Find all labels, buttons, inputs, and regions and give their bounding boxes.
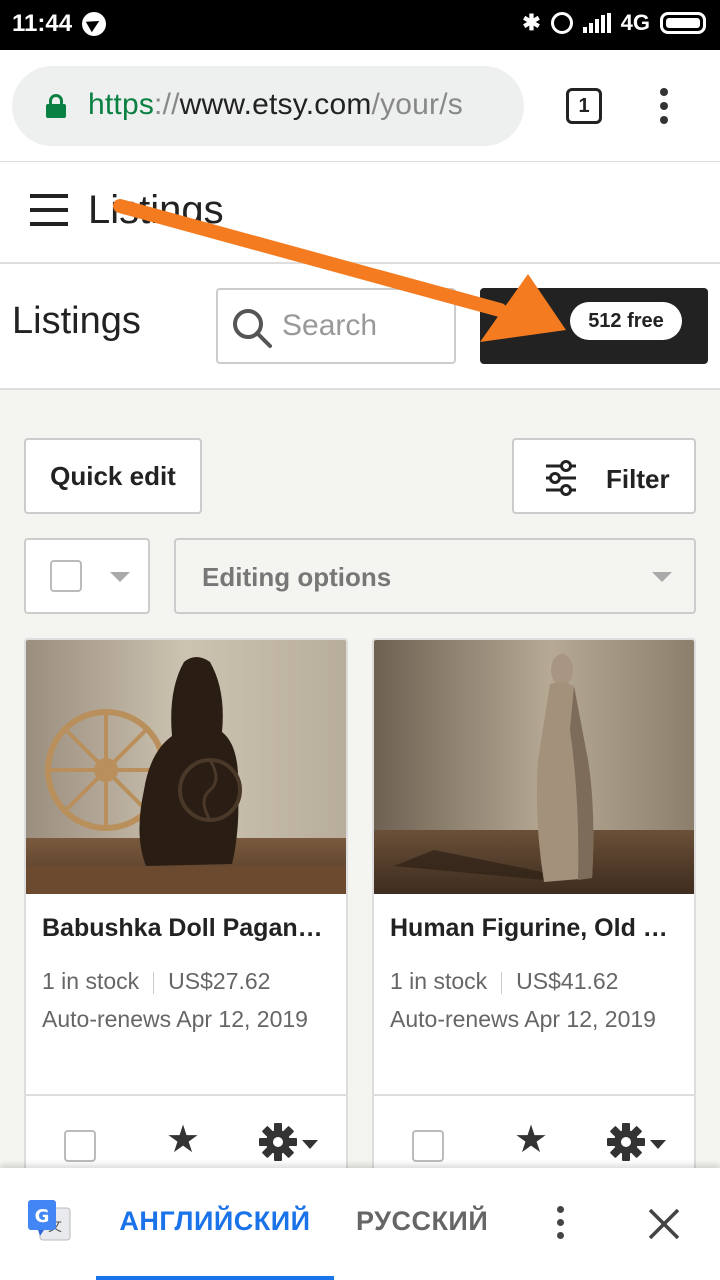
listing-photo[interactable] — [26, 640, 346, 894]
menu-icon[interactable] — [652, 88, 676, 128]
add-listing-button[interactable]: + 512 free — [480, 288, 708, 364]
chevron-down-icon[interactable] — [302, 1140, 318, 1149]
lock-icon — [46, 94, 66, 118]
url-text[interactable]: https://www.etsy.com/your/s — [88, 88, 463, 122]
listing-stock: 1 in stock — [390, 968, 488, 994]
bluetooth-icon: ✱ — [522, 10, 541, 35]
source-language-tab[interactable]: АНГЛИЙСКИЙ — [96, 1206, 334, 1237]
chevron-down-icon — [652, 572, 672, 582]
hamburger-icon[interactable] — [30, 194, 68, 228]
plus-icon: + — [520, 307, 540, 345]
app-header: Listings — [0, 162, 720, 264]
filter-label: Filter — [606, 464, 670, 494]
listing-photo[interactable] — [374, 640, 694, 894]
browser-toolbar: https://www.etsy.com/your/s 1 — [0, 50, 720, 162]
status-icons: ✱ 4G — [522, 10, 706, 36]
page-title: Listings — [12, 300, 141, 342]
chevron-down-icon — [110, 572, 130, 582]
telegram-icon — [82, 12, 106, 36]
listing-checkbox[interactable] — [412, 1130, 444, 1162]
select-all-checkbox[interactable] — [50, 560, 82, 592]
translate-bar: 文 G АНГЛИЙСКИЙ РУССКИЙ — [0, 1168, 720, 1280]
filter-button[interactable]: Filter — [512, 438, 696, 514]
listing-checkbox[interactable] — [64, 1130, 96, 1162]
listing-card[interactable]: Babushka Doll Pagan… 1 in stock US$27.62 … — [24, 638, 348, 1198]
select-all-dropdown[interactable] — [24, 538, 150, 614]
listing-renewal: Auto-renews Apr 12, 2019 — [42, 1006, 308, 1032]
listings-toolbar: Listings + 512 free — [0, 264, 720, 390]
star-icon[interactable]: ★ — [166, 1120, 200, 1160]
listing-price: US$27.62 — [168, 968, 271, 994]
translate-menu-icon[interactable] — [554, 1206, 566, 1246]
gear-icon[interactable] — [606, 1122, 646, 1162]
target-language-tab[interactable]: РУССКИЙ — [356, 1206, 488, 1237]
close-icon[interactable] — [646, 1206, 682, 1242]
listing-title[interactable]: Babushka Doll Pagan… — [42, 914, 332, 943]
signal-icon — [582, 13, 611, 33]
tabs-icon[interactable]: 1 — [566, 88, 602, 124]
listing-renewal: Auto-renews Apr 12, 2019 — [390, 1006, 656, 1032]
search-box[interactable] — [216, 288, 456, 364]
gear-icon[interactable] — [258, 1122, 298, 1162]
svg-text:G: G — [35, 1206, 50, 1227]
filter-icon — [546, 460, 576, 496]
address-bar[interactable]: https://www.etsy.com/your/s — [12, 66, 524, 146]
active-tab-indicator — [96, 1276, 334, 1280]
listing-price: US$41.62 — [516, 968, 619, 994]
search-icon — [233, 309, 272, 348]
alarm-icon — [550, 12, 573, 34]
listing-meta: 1 in stock US$41.62 — [390, 968, 618, 995]
battery-icon — [660, 12, 706, 34]
google-translate-icon: 文 G — [28, 1200, 71, 1241]
status-bar: 11:44 ✱ 4G — [0, 0, 720, 50]
free-listings-badge: 512 free — [570, 302, 682, 340]
quick-edit-button[interactable]: Quick edit — [24, 438, 202, 514]
listing-title[interactable]: Human Figurine, Old … — [390, 914, 680, 943]
status-time: 11:44 — [12, 10, 73, 37]
search-input[interactable] — [282, 304, 392, 348]
network-type: 4G — [620, 10, 650, 35]
star-icon[interactable]: ★ — [514, 1120, 548, 1160]
listing-card[interactable]: Human Figurine, Old … 1 in stock US$41.62… — [372, 638, 696, 1198]
listing-meta: 1 in stock US$27.62 — [42, 968, 270, 995]
listing-stock: 1 in stock — [42, 968, 140, 994]
chevron-down-icon[interactable] — [650, 1140, 666, 1149]
editing-options-select[interactable]: Editing options — [174, 538, 696, 614]
header-title: Listings — [88, 188, 224, 232]
editing-options-label: Editing options — [202, 562, 392, 592]
